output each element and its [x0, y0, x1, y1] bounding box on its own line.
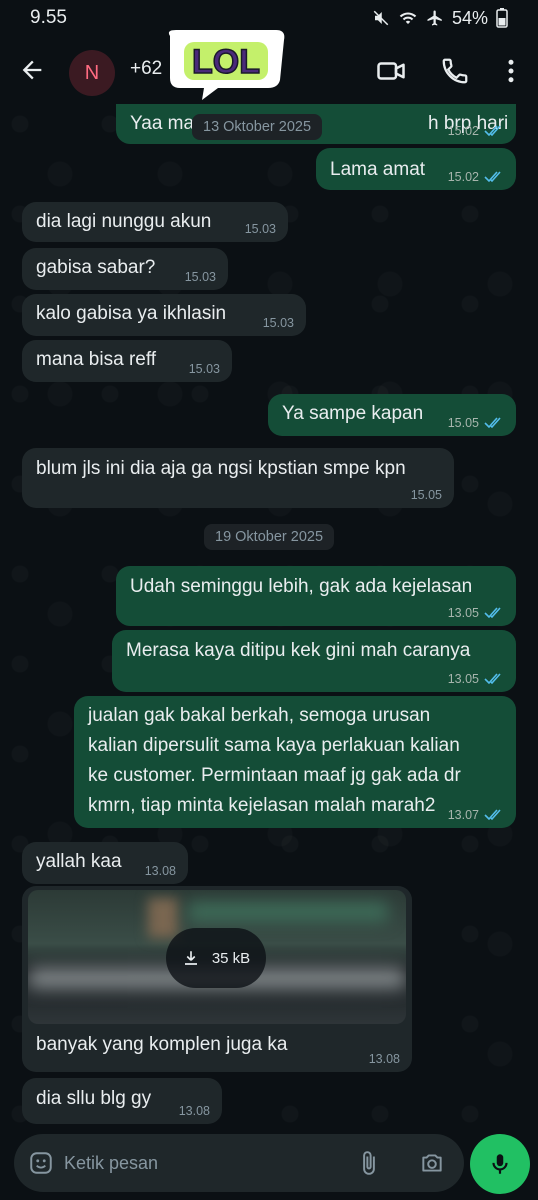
download-button[interactable]: 35 kB [166, 928, 266, 988]
message-meta: 13.07 [448, 808, 504, 822]
message-out[interactable]: Udah seminggu lebih, gak ada kejelasan 1… [116, 566, 516, 626]
read-tick-icon [484, 171, 501, 183]
more-vert-icon[interactable] [496, 56, 526, 86]
phone-icon[interactable] [440, 56, 470, 86]
read-tick-icon [484, 125, 501, 137]
message-text: gabisa sabar? [36, 257, 156, 278]
message-in[interactable]: dia sllu blg gy 13.08 [22, 1078, 222, 1124]
message-time: 13.08 [178, 1104, 210, 1118]
message-time: 15.03 [244, 222, 276, 236]
message-meta: 15.02 [448, 170, 504, 184]
message-composer[interactable]: Ketik pesan [14, 1134, 464, 1192]
video-call-icon[interactable] [376, 56, 406, 86]
back-arrow-icon[interactable] [18, 56, 46, 84]
message-text: Merasa kaya ditipu kek gini mah caranya [126, 640, 471, 661]
message-text: blum jls ini dia aja ga ngsi kpstian smp… [36, 458, 406, 479]
message-meta: 15.05 [448, 416, 504, 430]
message-time: 15.03 [184, 270, 216, 284]
lol-sticker: LOL [168, 30, 285, 100]
date-chip: 13 Oktober 2025 [192, 114, 323, 140]
read-tick-icon [484, 417, 501, 429]
message-meta: 13.05 [448, 606, 504, 620]
message-time: 15.02 [447, 170, 479, 184]
mic-icon [492, 1154, 508, 1174]
message-out[interactable]: Lama amat 15.02 [316, 148, 516, 190]
read-tick-icon [484, 809, 501, 821]
message-text: Lama amat [330, 159, 426, 180]
mic-button[interactable] [470, 1134, 530, 1194]
message-text: mana bisa reff [36, 349, 157, 370]
message-time: 15.05 [447, 416, 479, 430]
message-time: 13.05 [447, 672, 479, 686]
message-text: yallah kaa [36, 851, 122, 872]
message-out[interactable]: jualan gak bakal berkah, semoga urusan k… [74, 696, 516, 828]
message-text: Udah seminggu lebih, gak ada kejelasan [130, 576, 473, 597]
wifi-icon [399, 12, 417, 24]
message-in[interactable]: blum jls ini dia aja ga ngsi kpstian smp… [22, 448, 454, 508]
battery-icon [496, 8, 508, 28]
message-time: 13.08 [368, 1052, 400, 1066]
message-text: banyak yang komplen juga ka [36, 1034, 288, 1055]
message-time: 13.05 [447, 606, 479, 620]
message-text: kalo gabisa ya ikhlasin [36, 303, 227, 324]
status-icons: 54% [372, 8, 508, 29]
battery-percent: 54% [451, 7, 488, 28]
message-in[interactable]: yallah kaa 13.08 [22, 842, 188, 884]
message-text: dia lagi nunggu akun [36, 211, 212, 232]
airplane-icon [427, 10, 442, 26]
message-time: 15.03 [188, 362, 220, 376]
message-meta: 15.02 [448, 124, 504, 138]
message-in[interactable]: gabisa sabar? 15.03 [22, 248, 228, 290]
message-text: Yaa ma [130, 113, 195, 134]
emoji-icon[interactable] [28, 1150, 54, 1176]
message-time: 13.08 [144, 864, 176, 878]
message-time: 15.02 [447, 124, 479, 138]
message-out[interactable]: Ya sampe kapan 15.05 [268, 394, 516, 436]
mute-icon [373, 10, 389, 26]
read-tick-icon [484, 673, 501, 685]
message-text: jualan gak bakal berkah, semoga urusan k… [88, 705, 461, 816]
message-out[interactable]: Merasa kaya ditipu kek gini mah caranya … [112, 630, 516, 692]
message-text: dia sllu blg gy [36, 1088, 152, 1109]
media-size: 35 kB [211, 949, 251, 967]
message-time: 15.03 [262, 316, 294, 330]
sticker-text: LOL [192, 43, 260, 81]
read-tick-icon [484, 607, 501, 619]
message-meta: 13.05 [448, 672, 504, 686]
contact-name[interactable]: +62 [130, 58, 162, 80]
message-time: 13.07 [447, 808, 479, 822]
download-icon [184, 951, 197, 965]
message-in[interactable]: dia lagi nunggu akun 15.03 [22, 202, 288, 242]
camera-icon[interactable] [418, 1150, 446, 1176]
avatar[interactable]: N [69, 50, 115, 96]
message-in[interactable]: mana bisa reff 15.03 [22, 340, 232, 382]
message-time: 15.05 [410, 488, 442, 502]
message-text: Ya sampe kapan [282, 403, 424, 424]
attach-icon[interactable] [356, 1149, 382, 1177]
message-input[interactable]: Ketik pesan [64, 1153, 158, 1174]
date-chip: 19 Oktober 2025 [204, 524, 335, 550]
message-in[interactable]: kalo gabisa ya ikhlasin 15.03 [22, 294, 306, 336]
